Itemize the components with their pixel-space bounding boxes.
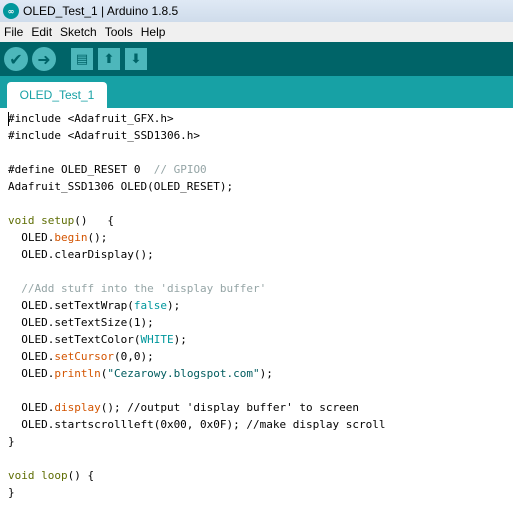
new-button[interactable]: ▤ [71, 48, 93, 70]
code-token: #include <Adafruit_SSD1306.h> [8, 129, 201, 142]
code-line[interactable] [8, 263, 386, 280]
code-line[interactable] [8, 195, 386, 212]
code-token: begin [54, 231, 88, 244]
code-token: #define OLED_RESET 0 [8, 163, 154, 176]
code-token: loop [41, 469, 68, 482]
code-line[interactable]: //Add stuff into the 'display buffer' [8, 280, 386, 297]
menu-tools[interactable]: Tools [101, 25, 137, 39]
code-token: //Add stuff into the 'display buffer' [8, 282, 267, 295]
code-token: OLED.setTextColor( [8, 333, 141, 346]
code-token: OLED.startscrollleft(0x00, 0x0F); //make… [8, 418, 386, 431]
code-line[interactable]: } [8, 484, 386, 501]
code-line[interactable]: OLED.setCursor(0,0); [8, 348, 386, 365]
code-line[interactable] [8, 450, 386, 467]
window-title: OLED_Test_1 | Arduino 1.8.5 [23, 4, 179, 18]
code-token: ); [259, 367, 273, 380]
code-line[interactable]: OLED.println("Cezarowy.blogspot.com"); [8, 365, 386, 382]
code-line[interactable]: OLED.setTextColor(WHITE); [8, 331, 386, 348]
code-line[interactable]: OLED.setTextWrap(false); [8, 297, 386, 314]
code-line[interactable]: OLED.startscrollleft(0x00, 0x0F); //make… [8, 416, 386, 433]
code-line[interactable]: void setup() { [8, 212, 386, 229]
code-token: OLED. [8, 367, 55, 380]
code-token: setup [41, 214, 75, 227]
code-token: WHITE [140, 333, 174, 346]
arduino-logo-icon: ∞ [3, 3, 19, 19]
code-token: "Cezarowy.blogspot.com" [107, 367, 260, 380]
upload-button[interactable]: ➜ [32, 47, 56, 71]
code-token: (); //output 'display buffer' to screen [100, 401, 359, 414]
code-line[interactable]: OLED.setTextSize(1); [8, 314, 386, 331]
code-token: OLED.clearDisplay(); [8, 248, 154, 261]
menu-help[interactable]: Help [137, 25, 170, 39]
title-bar: ∞ OLED_Test_1 | Arduino 1.8.5 [0, 0, 513, 22]
save-button[interactable]: ⬇ [125, 48, 147, 70]
code-token: display [54, 401, 101, 414]
code-line[interactable]: Adafruit_SSD1306 OLED(OLED_RESET); [8, 178, 386, 195]
verify-button[interactable]: ✔ [4, 47, 28, 71]
code-token: void [8, 469, 35, 482]
code-line[interactable]: } [8, 433, 386, 450]
code-line[interactable]: #include <Adafruit_GFX.h> [8, 110, 386, 127]
menu-bar: File Edit Sketch Tools Help [0, 22, 513, 42]
code-token: false [133, 299, 167, 312]
arrow-down-icon: ⬇ [130, 51, 142, 67]
code-token: OLED. [8, 401, 55, 414]
code-line[interactable] [8, 382, 386, 399]
code-token: } [8, 486, 15, 499]
code-token: OLED.setTextWrap( [8, 299, 134, 312]
code-token: println [54, 367, 101, 380]
code-token: #include <Adafruit_GFX.h> [8, 112, 174, 125]
code-line[interactable]: void loop() { [8, 467, 386, 484]
code-token: ); [166, 299, 181, 312]
code-token: Adafruit_SSD1306 OLED(OLED_RESET); [8, 180, 234, 193]
code-line[interactable]: OLED.display(); //output 'display buffer… [8, 399, 386, 416]
code-token: OLED.setTextSize(1); [8, 316, 154, 329]
check-icon: ✔ [9, 49, 23, 69]
menu-file[interactable]: File [0, 25, 27, 39]
code-token: (0,0); [113, 350, 154, 363]
code-token: OLED. [8, 231, 55, 244]
code-area[interactable]: #include <Adafruit_GFX.h> #include <Adafr… [8, 110, 386, 501]
open-button[interactable]: ⬆ [98, 48, 120, 70]
new-file-icon: ▤ [75, 51, 89, 67]
code-token: (); [87, 231, 108, 244]
tab-bar: OLED_Test_1 [0, 76, 513, 108]
code-token: setCursor [54, 350, 114, 363]
code-token: } [8, 435, 15, 448]
tab-oled-test-1[interactable]: OLED_Test_1 [7, 82, 107, 108]
code-editor[interactable]: #include <Adafruit_GFX.h> #include <Adafr… [0, 108, 513, 527]
code-token: () { [74, 214, 114, 227]
code-line[interactable] [8, 144, 386, 161]
menu-sketch[interactable]: Sketch [56, 25, 101, 39]
code-line[interactable]: OLED.clearDisplay(); [8, 246, 386, 263]
code-token: () { [67, 469, 95, 482]
arrow-right-icon: ➜ [37, 49, 51, 69]
code-line[interactable]: #define OLED_RESET 0 // GPIO0 [8, 161, 386, 178]
code-token: void [8, 214, 35, 227]
code-token: OLED. [8, 350, 55, 363]
arrow-up-icon: ⬆ [103, 51, 115, 67]
code-line[interactable]: OLED.begin(); [8, 229, 386, 246]
code-token: ); [173, 333, 187, 346]
toolbar: ✔ ➜ ▤ ⬆ ⬇ [0, 42, 513, 76]
menu-edit[interactable]: Edit [27, 25, 56, 39]
code-token: // GPIO0 [153, 163, 207, 176]
code-line[interactable]: #include <Adafruit_SSD1306.h> [8, 127, 386, 144]
